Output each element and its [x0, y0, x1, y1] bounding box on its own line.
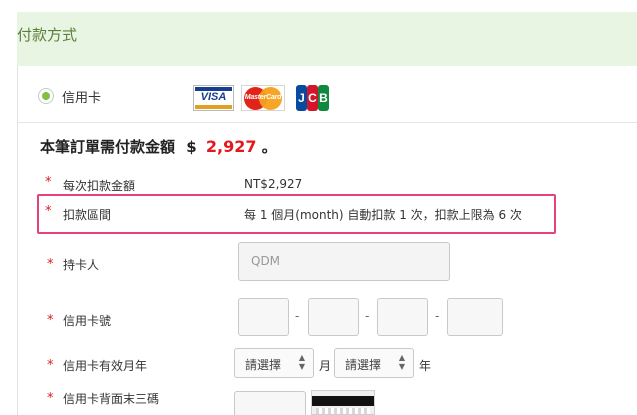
order-total-label: 本筆訂單需付款金額 [40, 138, 176, 156]
divider [17, 122, 637, 123]
jcb-logo: J C B [296, 85, 330, 111]
required-marker: * [47, 257, 54, 272]
mastercard-logo: MasterCard [241, 85, 285, 111]
cvv-input[interactable] [234, 391, 306, 415]
expiry-month-value: 請選擇 [245, 358, 282, 372]
order-total-amount: 2,927 [205, 137, 257, 156]
expiry-month-select[interactable]: 請選擇 ▲ ▼ [234, 348, 314, 378]
visa-logo: VISA [193, 85, 234, 111]
jcb-logo-b: B [319, 91, 328, 105]
cardholder-placeholder: QDM [251, 254, 281, 268]
required-marker: * [47, 391, 54, 406]
cardholder-label: 持卡人 [63, 258, 100, 272]
up-down-arrow-icon: ▲ ▼ [398, 353, 405, 371]
visa-logo-text: VISA [200, 91, 227, 103]
charge-period-label: 扣款區間 [63, 208, 112, 222]
payment-method-title: 付款方式 [17, 26, 78, 44]
card-number-separator: - [365, 309, 370, 323]
required-marker: * [47, 313, 54, 328]
order-total-suffix: 。 [261, 138, 277, 156]
charge-amount-label: 每次扣款金額 [63, 179, 136, 193]
jcb-logo-j: J [298, 91, 305, 105]
jcb-logo-c: C [308, 91, 317, 105]
cardholder-input[interactable]: QDM [238, 242, 450, 281]
required-marker: * [47, 358, 54, 373]
card-number-separator: - [435, 309, 440, 323]
order-total-currency: $ [186, 138, 197, 156]
up-down-arrow-icon: ▲ ▼ [298, 353, 305, 371]
radio-selected-icon[interactable] [38, 88, 54, 104]
expiry-year-value: 請選擇 [345, 358, 382, 372]
card-number-field-2[interactable] [308, 298, 359, 336]
order-total: 本筆訂單需付款金額 $ 2,927 。 [40, 136, 277, 157]
card-number-field-4[interactable] [447, 298, 503, 336]
expiry-year-select[interactable]: 請選擇 ▲ ▼ [334, 348, 414, 378]
cvv-label: 信用卡背面末三碼 [63, 392, 160, 406]
credit-card-label: 信用卡 [62, 91, 102, 106]
year-unit: 年 [419, 359, 432, 373]
card-number-label: 信用卡號 [63, 314, 112, 328]
charge-period-value: 每 1 個月(month) 自動扣款 1 次，扣款上限為 6 次 [244, 208, 522, 222]
payment-method-header [17, 12, 637, 66]
card-number-field-1[interactable] [238, 298, 289, 336]
required-marker: * [45, 204, 52, 219]
card-number-separator: - [295, 309, 300, 323]
credit-card-option[interactable]: 信用卡 VISA MasterCard J C B [17, 77, 637, 115]
required-marker: * [45, 175, 52, 190]
month-unit: 月 [319, 359, 332, 373]
card-back-illustration [311, 390, 375, 415]
expiry-label: 信用卡有效月年 [63, 359, 148, 373]
charge-amount-value: NT$2,927 [244, 177, 303, 191]
mastercard-logo-text: MasterCard [244, 94, 282, 101]
card-number-field-3[interactable] [377, 298, 428, 336]
